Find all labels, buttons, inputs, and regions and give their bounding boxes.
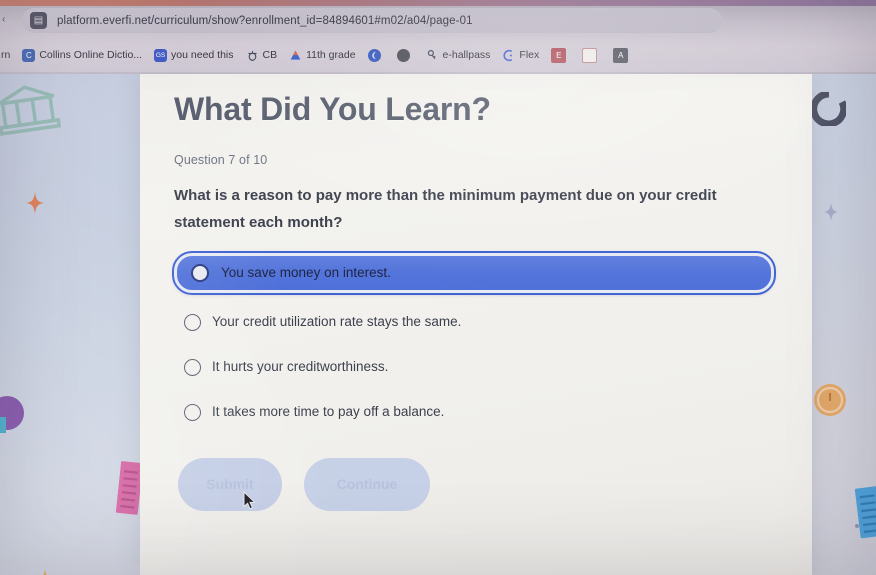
continue-button[interactable]: Continue	[304, 457, 430, 511]
answer-option-label: Your credit utilization rate stays the s…	[212, 314, 462, 330]
bookmark-white-square[interactable]	[576, 46, 607, 65]
bookmark-flex[interactable]: Flex	[496, 47, 545, 64]
bookmark-label: 11th grade	[306, 49, 356, 61]
orange-star-icon	[26, 192, 44, 219]
chrome-top-gradient-strip	[0, 0, 876, 6]
radio-button-icon[interactable]	[184, 403, 201, 421]
page-title: What Did You Learn?	[174, 91, 491, 127]
bookmark-you-need-this[interactable]: GS you need this	[148, 47, 239, 64]
answer-option-4[interactable]: It takes more time to pay off a balance.	[174, 397, 774, 428]
bookmark-overflow-left[interactable]: rn	[0, 47, 16, 63]
url-text: platform.everfi.net/curriculum/show?enro…	[57, 14, 473, 27]
bookmark-label: e-hallpass	[442, 49, 491, 61]
everfi-page: What Did You Learn? Question 7 of 10 Wha…	[0, 74, 876, 575]
action-button-row: Submit Continue	[174, 457, 782, 511]
bookmark-label: you need this	[171, 49, 234, 61]
bookmarks-bar: rn C Collins Online Dictio... GS you nee…	[0, 40, 876, 70]
answer-option-label: It hurts your creditworthiness.	[212, 359, 389, 375]
pie-chart-icon	[0, 395, 28, 442]
acorn-icon	[246, 49, 259, 62]
dark-ring-icon	[810, 90, 848, 131]
drive-icon	[289, 49, 302, 62]
radio-button-icon[interactable]	[191, 263, 209, 282]
bookmark-label: Collins Online Dictio...	[39, 49, 143, 61]
page-icon: ▤	[30, 12, 47, 29]
docs-icon: GS	[154, 48, 168, 62]
bookmark-label: CB	[262, 49, 278, 61]
bookmark-e-hallpass[interactable]: e-hallpass	[420, 47, 497, 64]
bookmark-label: Flex	[519, 49, 540, 61]
radio-button-icon[interactable]	[184, 313, 201, 331]
bookmark-cb[interactable]: CB	[240, 47, 284, 64]
answer-option-1[interactable]: You save money on interest.	[172, 250, 776, 295]
bookmark-11th-grade[interactable]: 11th grade	[283, 47, 361, 64]
gold-star-icon	[37, 569, 53, 575]
screen-photo: ‹ ▤ platform.everfi.net/curriculum/show?…	[0, 0, 876, 575]
moon-circle-icon	[367, 48, 381, 62]
bookmark-overflow-left-label: rn	[1, 49, 11, 61]
light-star-icon	[824, 203, 838, 226]
bookmark-globe[interactable]	[391, 47, 420, 64]
globe-icon	[396, 48, 410, 62]
bookmark-moon-circle[interactable]	[362, 47, 391, 64]
bank-building-icon	[0, 78, 64, 147]
answer-option-2[interactable]: Your credit utilization rate stays the s…	[174, 307, 774, 338]
gray-square-icon: A	[613, 47, 629, 63]
window-edge-glyph: ‹	[2, 14, 6, 25]
question-text: What is a reason to pay more than the mi…	[174, 187, 717, 231]
flex-icon	[502, 49, 515, 62]
radio-button-icon[interactable]	[184, 358, 201, 376]
answer-option-label: It takes more time to pay off a balance.	[212, 404, 445, 420]
address-bar[interactable]: ▤ platform.everfi.net/curriculum/show?en…	[22, 8, 722, 33]
question-counter: Question 7 of 10	[174, 153, 268, 168]
submit-button[interactable]: Submit	[178, 457, 282, 511]
bookmark-red-square[interactable]: E	[545, 46, 576, 65]
answer-options-list: You save money on interest. Your credit …	[172, 250, 782, 428]
bookmark-collins-online-dictionary[interactable]: C Collins Online Dictio...	[16, 47, 148, 64]
orange-coin-icon	[812, 382, 848, 423]
browser-chrome: ‹ ▤ platform.everfi.net/curriculum/show?…	[0, 0, 876, 76]
mouse-pointer	[243, 490, 256, 510]
white-square-icon	[582, 47, 598, 63]
content-card: What Did You Learn? Question 7 of 10 Wha…	[140, 74, 812, 575]
dictionary-icon: C	[22, 48, 36, 62]
bookmark-gray-square[interactable]: A	[607, 46, 638, 65]
red-square-icon: E	[551, 47, 567, 63]
key-icon	[426, 49, 439, 62]
answer-option-3[interactable]: It hurts your creditworthiness.	[174, 352, 774, 383]
small-dot-icon	[854, 516, 860, 534]
answer-option-label: You save money on interest.	[221, 264, 391, 280]
